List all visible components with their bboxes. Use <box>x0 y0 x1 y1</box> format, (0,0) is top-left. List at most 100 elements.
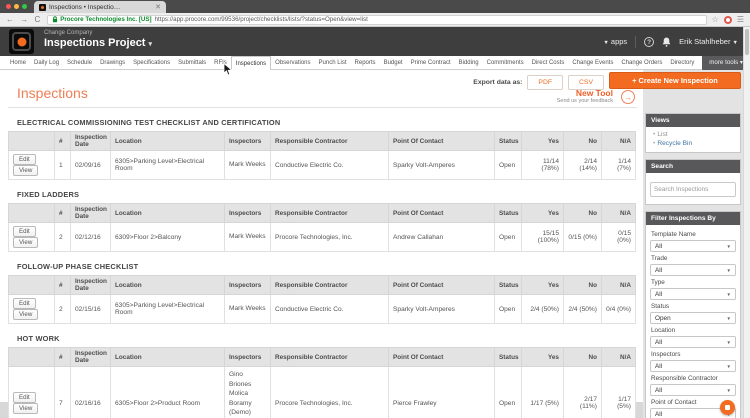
filter-trade-select[interactable]: All ▼ <box>650 264 736 276</box>
close-window-icon[interactable] <box>6 4 11 9</box>
view-button[interactable]: View <box>13 309 39 320</box>
tab-budget[interactable]: Budget <box>380 56 407 70</box>
column-header: Yes <box>521 203 564 223</box>
filter-status-select[interactable]: Open ▼ <box>650 312 736 324</box>
filter-value: All <box>655 386 663 394</box>
filter-value: All <box>655 290 663 298</box>
chevron-down-icon: ▼ <box>726 243 731 249</box>
extension-icon[interactable] <box>723 15 732 24</box>
page-scrollbar[interactable] <box>743 27 750 418</box>
apps-menu[interactable]: ▼ apps <box>603 37 627 46</box>
column-header <box>8 275 55 295</box>
filter-location-select[interactable]: All ▼ <box>650 336 736 348</box>
create-new-inspection-button[interactable]: + Create New Inspection <box>609 72 741 89</box>
column-header: Yes <box>521 275 564 295</box>
table-row: EditView 2 02/15/16 6305>Parking Level>Elec… <box>8 294 636 324</box>
filter-template-name-select[interactable]: All ▼ <box>650 240 736 252</box>
tab-commitments[interactable]: Commitments <box>483 56 528 70</box>
column-header: Point Of Contact <box>388 275 495 295</box>
edit-button[interactable]: Edit <box>13 392 36 404</box>
procore-logo[interactable] <box>9 29 34 54</box>
column-header: N/A <box>601 203 636 223</box>
export-pdf-button[interactable]: PDF <box>527 75 564 90</box>
user-name: Erik Stahlheber <box>679 37 731 46</box>
user-menu[interactable]: Erik Stahlheber ▼ <box>679 37 738 46</box>
filter-fields: Template Name All ▼ Trade All ▼ Type All ▼ Status… <box>646 225 740 418</box>
view-link-list[interactable]: • List <box>648 130 738 139</box>
search-input[interactable] <box>650 182 736 197</box>
view-button[interactable]: View <box>13 165 39 176</box>
cell-status: Open <box>494 366 522 418</box>
edit-button[interactable]: Edit <box>13 226 36 237</box>
bookmark-star-icon[interactable]: ☆ <box>712 15 719 24</box>
tab-inspections[interactable]: Inspections <box>230 56 272 70</box>
inspection-section: HOT WORK # Inspection Date Location Inspecto… <box>8 334 636 418</box>
column-header: Yes <box>521 347 564 367</box>
minimize-window-icon[interactable] <box>14 4 19 9</box>
chevron-down-icon: ▾ <box>148 41 153 48</box>
change-company-link[interactable]: Change Company <box>44 30 152 36</box>
back-forward-icons[interactable]: ← → C <box>6 15 42 24</box>
browser-tab[interactable]: Inspections • Inspectio… ✕ <box>34 1 166 13</box>
project-picker[interactable]: Inspections Project ▾ <box>44 37 152 49</box>
address-bar[interactable]: Procore Technologies Inc. [US] https://a… <box>47 14 707 25</box>
cell-date: 02/12/16 <box>70 222 111 252</box>
tab-observations[interactable]: Observations <box>271 56 314 70</box>
filter-type-select[interactable]: All ▼ <box>650 288 736 300</box>
tab-bidding[interactable]: Bidding <box>455 56 483 70</box>
cell-contractor: Conductive Electric Co. <box>270 294 389 324</box>
tab-daily-log[interactable]: Daily Log <box>30 56 63 70</box>
column-header: Point Of Contact <box>388 347 495 367</box>
section-heading: FIXED LADDERS <box>17 190 80 199</box>
feedback-arrow-icon[interactable]: → <box>621 90 635 104</box>
tab-drawings[interactable]: Drawings <box>96 56 129 70</box>
help-icon[interactable]: ? <box>644 36 655 47</box>
export-csv-button[interactable]: CSV <box>568 75 604 90</box>
inspector-name: Gino Briones <box>229 371 252 388</box>
cell-na: 1/17 (5%) <box>601 366 636 418</box>
tab-schedule[interactable]: Schedule <box>63 56 96 70</box>
edit-button[interactable]: Edit <box>13 298 36 309</box>
tab-reports[interactable]: Reports <box>351 56 380 70</box>
tab-prime-contract[interactable]: Prime Contract <box>407 56 455 70</box>
bullet-icon: • <box>653 131 656 138</box>
view-button[interactable]: View <box>13 403 39 415</box>
search-title: Search <box>646 160 740 173</box>
column-header: Inspectors <box>224 131 271 151</box>
filter-responsible-contractor-select[interactable]: All ▼ <box>650 384 736 396</box>
column-header: Yes <box>521 131 564 151</box>
edit-button[interactable]: Edit <box>13 154 36 165</box>
cell-inspectors: Mark Weeks <box>224 150 271 180</box>
tab-punch-list[interactable]: Punch List <box>315 56 351 70</box>
close-tab-icon[interactable]: ✕ <box>155 4 161 11</box>
browser-menu-icon[interactable]: ☰ <box>737 15 744 24</box>
bell-icon[interactable] <box>662 37 671 47</box>
cell-status: Open <box>494 222 522 252</box>
view-button[interactable]: View <box>13 237 39 248</box>
cell-na: 0/15 (0%) <box>601 222 636 252</box>
cell-num: 1 <box>54 150 71 180</box>
column-header: Inspection Date <box>70 275 111 295</box>
cell-contact: Pierce Frawley <box>388 366 495 418</box>
inspector-name: Molica Boramy (Demo) <box>229 390 252 417</box>
tab-submittals[interactable]: Submittals <box>174 56 210 70</box>
tab-home[interactable]: Home <box>6 56 30 70</box>
chevron-down-icon: ▼ <box>732 40 738 46</box>
inspector-name: Mark Weeks <box>229 305 266 313</box>
tab-change-orders[interactable]: Change Orders <box>617 56 666 70</box>
feedback-beacon-button[interactable] <box>720 400 735 415</box>
window-controls[interactable] <box>0 0 34 13</box>
scrollbar-thumb[interactable] <box>745 29 749 55</box>
filters-title: Filter Inspections By <box>646 212 740 225</box>
procore-logo-lens <box>17 37 26 46</box>
zoom-window-icon[interactable] <box>22 4 27 9</box>
ev-certificate-badge[interactable]: Procore Technologies Inc. [US] <box>52 16 152 23</box>
tab-change-events[interactable]: Change Events <box>568 56 617 70</box>
filter-value: Open <box>655 314 671 322</box>
tab-directory[interactable]: Directory <box>666 56 696 70</box>
tab-specifications[interactable]: Specifications <box>129 56 174 70</box>
cell-yes: 15/15 (100%) <box>521 222 564 252</box>
filter-inspectors-select[interactable]: All ▼ <box>650 360 736 372</box>
tab-direct-costs[interactable]: Direct Costs <box>528 56 569 70</box>
view-link-recycle-bin[interactable]: • Recycle Bin <box>648 139 738 148</box>
